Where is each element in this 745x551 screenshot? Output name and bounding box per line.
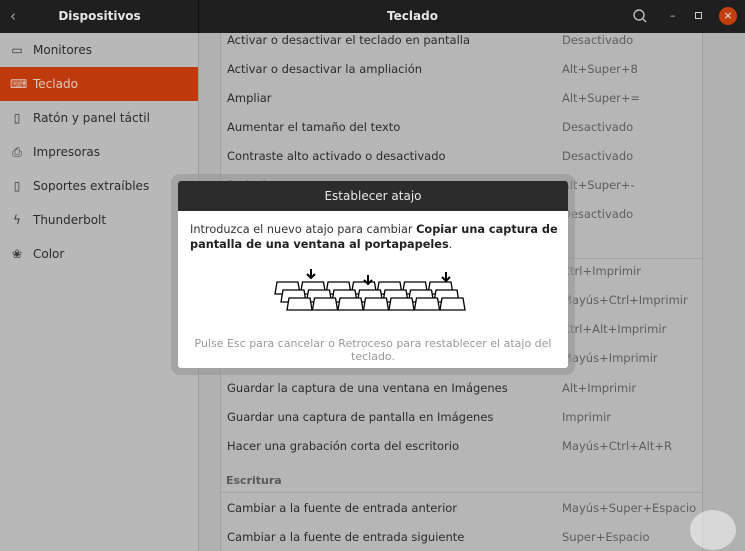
shortcut-label: Activar o desactivar la ampliación (227, 61, 423, 76)
thunderbolt-icon: ϟ (13, 213, 21, 227)
sidebar-title: Dispositivos (58, 9, 141, 23)
dialog-title: Establecer atajo (178, 181, 568, 211)
set-shortcut-dialog: Establecer atajo Introduzca el nuevo ata… (178, 181, 568, 368)
shortcut-label: Ampliar (227, 90, 272, 105)
section-header-escritura: Escritura (226, 474, 282, 487)
key-shape (311, 297, 339, 311)
close-button[interactable]: × (719, 7, 737, 25)
sidebar-item-label: Monitores (33, 43, 92, 57)
arrow-down-icon (441, 272, 451, 283)
shortcut-value: Desactivado (562, 206, 634, 221)
watermark-logo (690, 510, 736, 550)
sidebar-item-impresoras[interactable]: ⎙ Impresoras (0, 135, 198, 169)
shortcut-value: Mayús+Ctrl+Alt+R (562, 439, 672, 454)
color-icon: ❀ (11, 247, 23, 261)
shortcut-label: Contraste alto activado o desactivado (227, 148, 446, 163)
shortcut-row[interactable]: Guardar una captura de pantalla en Imáge… (221, 403, 702, 432)
sidebar-item-label: Teclado (33, 77, 78, 91)
shortcut-row[interactable]: Guardar la captura de una ventana en Imá… (221, 373, 702, 402)
key-shape (286, 297, 313, 311)
message-prefix: Introduzca el nuevo atajo para cambiar (190, 223, 417, 236)
shortcut-value: Desactivado (562, 32, 634, 47)
shortcut-row[interactable]: Cambiar a la fuente de entrada siguiente… (221, 522, 702, 551)
shortcut-row[interactable]: Ampliar Alt+Super+= (221, 83, 702, 112)
sidebar-item-label: Color (33, 247, 65, 261)
shortcut-value: Desactivado (562, 119, 634, 134)
sidebar-item-monitores[interactable]: ▭ Monitores (0, 33, 198, 67)
message-suffix: . (448, 238, 453, 251)
key-shape (439, 297, 466, 311)
sidebar-header: ‹ Dispositivos (0, 0, 199, 33)
shortcut-label: Cambiar a la fuente de entrada anterior (227, 500, 458, 515)
sidebar-item-label: Soportes extraíbles (33, 179, 150, 193)
sidebar-item-label: Impresoras (33, 145, 101, 159)
shortcut-value: Alt+Imprimir (562, 380, 637, 395)
shortcut-label: Hacer una grabación corta del escritorio (227, 439, 460, 454)
window-title: Teclado (387, 9, 438, 23)
sidebar-item-label: Ratón y panel táctil (33, 111, 150, 125)
shortcut-value: Ctrl+Alt+Imprimir (562, 322, 667, 337)
search-icon[interactable] (632, 8, 648, 24)
shortcut-row[interactable]: Cambiar a la fuente de entrada anterior M… (221, 493, 702, 522)
shortcut-row[interactable]: Hacer una grabación corta del escritorio… (221, 432, 702, 461)
shortcut-value: Mayús+Super+Espacio (562, 500, 697, 515)
sidebar-item-raton[interactable]: ▯ Ratón y panel táctil (0, 101, 198, 135)
key-shape (337, 297, 364, 311)
key-shape (388, 297, 415, 311)
sidebar-item-color[interactable]: ❀ Color (0, 237, 198, 271)
shortcut-value: Mayús+Ctrl+Imprimir (562, 292, 688, 307)
shortcut-value: Mayús+Imprimir (562, 351, 658, 366)
shortcut-label: Guardar una captura de pantalla en Imáge… (227, 410, 494, 424)
key-shape (413, 297, 441, 311)
arrow-down-icon (306, 269, 316, 280)
shortcut-row[interactable]: Aumentar el tamaño del texto Desactivado (221, 112, 702, 141)
shortcut-value: Alt+Super+- (562, 177, 635, 192)
dialog-message: Introduzca el nuevo atajo para cambiar C… (190, 222, 560, 252)
minimize-button[interactable]: – (670, 9, 676, 22)
shortcut-value: Alt+Super+8 (562, 61, 638, 76)
shortcut-value: Alt+Super+= (562, 90, 641, 105)
printer-icon: ⎙ (12, 144, 22, 159)
shortcut-row[interactable]: Activar o desactivar el teclado en panta… (221, 25, 702, 54)
shortcut-label: Cambiar a la fuente de entrada siguiente (227, 529, 465, 544)
keyboard-icon: ⌨ (10, 77, 28, 91)
shortcut-value: Imprimir (562, 410, 611, 424)
removable-media-icon: ▯ (13, 179, 21, 193)
mouse-icon: ▯ (13, 111, 21, 125)
shortcut-label: Guardar la captura de una ventana en Imá… (227, 380, 508, 395)
keyboard-illustration-icon (274, 269, 466, 311)
sidebar-item-teclado[interactable]: ⌨ Teclado (0, 67, 198, 101)
maximize-button[interactable] (695, 12, 702, 19)
shortcut-value: Desactivado (562, 148, 634, 163)
shortcut-label: Activar o desactivar el teclado en panta… (227, 32, 471, 47)
sidebar-item-soportes[interactable]: ▯ Soportes extraíbles (0, 169, 198, 203)
monitor-icon: ▭ (11, 43, 23, 57)
sidebar-item-label: Thunderbolt (33, 213, 107, 227)
shortcut-value: Ctrl+Imprimir (562, 263, 642, 278)
sidebar-item-thunderbolt[interactable]: ϟ Thunderbolt (0, 203, 198, 237)
shortcut-row[interactable]: Activar o desactivar la ampliación Alt+Su… (221, 54, 702, 83)
dialog-hint: Pulse Esc para cancelar o Retroceso para… (194, 337, 552, 363)
shortcut-row[interactable]: Contraste alto activado o desactivado Des… (221, 141, 702, 170)
shortcut-label: Aumentar el tamaño del texto (227, 119, 401, 134)
key-shape (362, 297, 390, 311)
sidebar: ▭ Monitores ⌨ Teclado ▯ Ratón y panel tácti… (0, 33, 199, 551)
shortcut-value: Super+Espacio (562, 529, 650, 544)
